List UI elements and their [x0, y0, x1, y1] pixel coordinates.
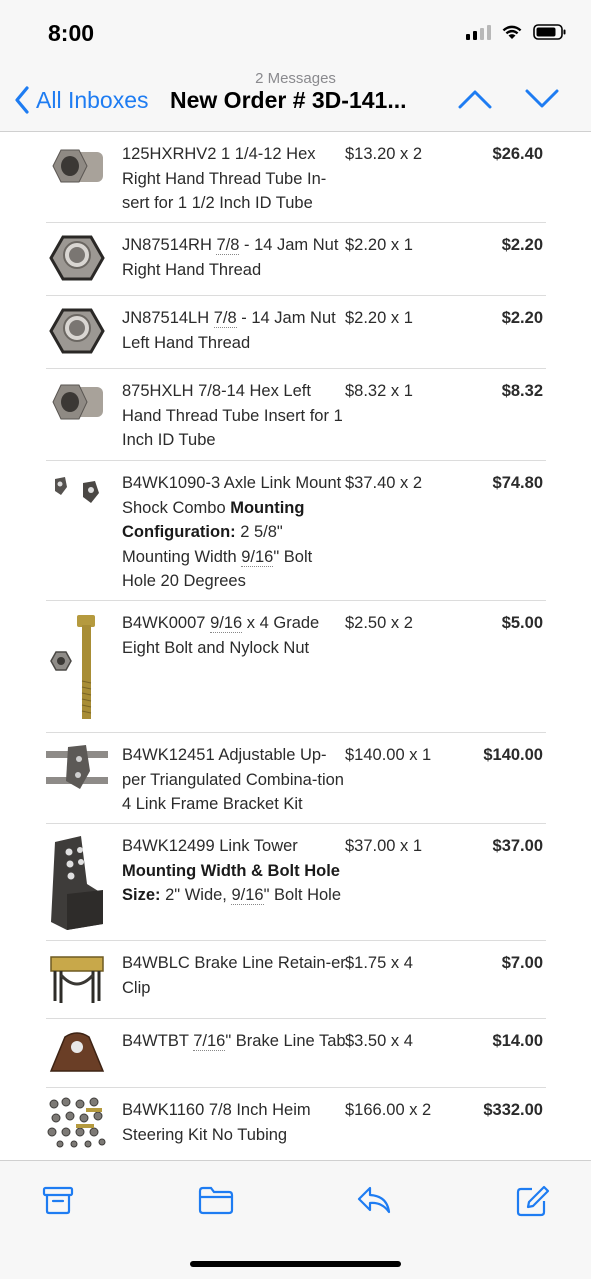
item-description: B4WK0007 9/16 x 4 Grade Eight Bolt and N… [122, 614, 320, 657]
item-total: $37.00 [492, 837, 543, 855]
item-total: $140.00 [483, 746, 543, 764]
item-description: JN87514LH 7/8 - 14 Jam Nut Left Hand Thr… [122, 309, 336, 352]
heim-steering-kit-icon [47, 1097, 106, 1148]
archive-icon[interactable] [42, 1185, 74, 1215]
message-nav-bar: 2 Messages All Inboxes New Order # 3D-14… [0, 66, 591, 132]
mail-toolbar [0, 1160, 591, 1279]
wifi-icon [502, 25, 522, 39]
order-item-row: 125HXRHV2 1 1/4-12 Hex Right Hand Thread… [46, 132, 546, 223]
item-quantity: $2.50 x 2 [345, 614, 413, 632]
order-item-row: B4WK1090-3 Axle Link Mount Shock Combo M… [46, 461, 546, 601]
order-item-row: B4WTBT 7/16" Brake Line Tab $3.50 x 4 $1… [46, 1019, 546, 1088]
brake-line-tab-icon [49, 1032, 105, 1072]
home-indicator[interactable] [190, 1261, 401, 1267]
reply-icon[interactable] [356, 1185, 392, 1215]
item-quantity: $13.20 x 2 [345, 145, 423, 163]
item-quantity: $140.00 x 1 [345, 746, 432, 764]
order-item-row: B4WK1160 7/8 Inch Heim Steering Kit No T… [46, 1088, 546, 1160]
back-to-inboxes-button[interactable]: All Inboxes [14, 86, 149, 114]
hex-tube-insert-icon [52, 149, 103, 183]
status-bar: 8:00 [0, 0, 591, 66]
item-quantity: $2.20 x 1 [345, 309, 413, 327]
item-quantity: $37.00 x 1 [345, 837, 423, 855]
item-quantity: $37.40 x 2 [345, 474, 423, 492]
message-count: 2 Messages [255, 70, 336, 87]
compose-icon[interactable] [516, 1185, 550, 1217]
item-description: B4WBLC Brake Line Retain-er Clip [122, 954, 346, 997]
item-description: 875HXLH 7/8-14 Hex Left Hand Thread Tube… [122, 382, 343, 449]
battery-icon [533, 24, 566, 40]
previous-message-chevron-up-icon[interactable] [458, 88, 492, 110]
item-quantity: $1.75 x 4 [345, 954, 413, 972]
item-total: $2.20 [501, 236, 543, 254]
item-total: $26.40 [492, 145, 543, 163]
status-time: 8:00 [48, 20, 95, 46]
item-total: $74.80 [492, 474, 543, 492]
order-item-row: 875HXLH 7/8-14 Hex Left Hand Thread Tube… [46, 369, 546, 461]
jam-nut-icon [49, 235, 105, 281]
cellular-signal-icon [466, 24, 491, 40]
order-item-row: B4WK12499 Link Tower Mounting Width & Bo… [46, 824, 546, 941]
order-item-row: B4WK12451 Adjustable Up-per Triangulated… [46, 733, 546, 824]
status-icons [466, 24, 567, 40]
item-quantity: $2.20 x 1 [345, 236, 413, 254]
item-description: JN87514RH 7/8 - 14 Jam Nut Right Hand Th… [122, 236, 339, 279]
order-item-row: B4WBLC Brake Line Retain-er Clip $1.75 x… [46, 941, 546, 1019]
folder-icon[interactable] [198, 1185, 234, 1215]
item-total: $8.32 [501, 382, 543, 400]
item-quantity: $3.50 x 4 [345, 1032, 413, 1050]
link-tower-icon [51, 836, 103, 930]
item-total: $5.00 [501, 614, 543, 632]
item-total: $2.20 [501, 309, 543, 327]
hex-tube-insert-icon [52, 384, 103, 420]
order-item-row: JN87514LH 7/8 - 14 Jam Nut Left Hand Thr… [46, 296, 546, 369]
chevron-left-icon [15, 86, 29, 114]
item-description: B4WK1160 7/8 Inch Heim Steering Kit No T… [122, 1101, 311, 1144]
item-description: B4WK12499 Link Tower Mounting Width & Bo… [122, 837, 342, 905]
item-total: $14.00 [492, 1032, 543, 1050]
item-description: 125HXRHV2 1 1/4-12 Hex Right Hand Thread… [122, 145, 327, 212]
axle-mount-brackets-icon [55, 477, 99, 503]
next-message-chevron-down-icon[interactable] [525, 88, 559, 110]
back-label: All Inboxes [36, 86, 149, 113]
item-quantity: $8.32 x 1 [345, 382, 413, 400]
order-item-row: JN87514RH 7/8 - 14 Jam Nut Right Hand Th… [46, 223, 546, 296]
retainer-clip-icon [50, 956, 104, 1003]
jam-nut-icon [49, 308, 105, 354]
item-quantity: $166.00 x 2 [345, 1101, 432, 1119]
email-subject-title: New Order # 3D-141... [170, 87, 407, 113]
bolt-and-nut-icon [50, 615, 95, 719]
frame-bracket-kit-icon [46, 745, 108, 789]
item-total: $7.00 [501, 954, 543, 972]
order-item-row: B4WK0007 9/16 x 4 Grade Eight Bolt and N… [46, 601, 546, 733]
item-description: B4WK12451 Adjustable Up-per Triangulated… [122, 746, 344, 813]
item-description: B4WK1090-3 Axle Link Mount Shock Combo M… [122, 474, 342, 590]
item-description: B4WTBT 7/16" Brake Line Tab [122, 1032, 346, 1051]
item-total: $332.00 [483, 1101, 543, 1119]
